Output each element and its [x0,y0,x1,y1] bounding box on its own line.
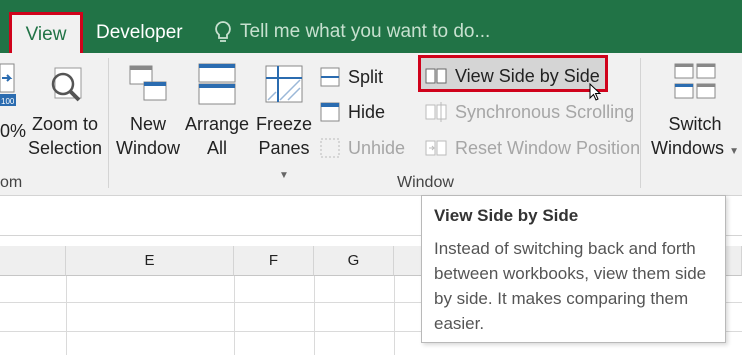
new-window-button[interactable]: New Window [112,62,184,160]
arrange-all-button[interactable]: Arrange All [182,62,252,160]
grid-col-line [234,276,235,355]
view-side-by-side-icon [425,68,447,84]
chevron-down-icon: ▼ [729,146,739,157]
grid-col-line [66,276,67,355]
hide-icon [320,102,340,122]
freeze-panes-line2-wrap: Panes ▼ [252,136,316,188]
tab-view[interactable]: View [9,12,83,56]
zoom-100-label[interactable]: 0% [0,117,26,145]
freeze-panes-icon [265,65,303,103]
column-header-e[interactable]: E [66,246,234,276]
freeze-panes-line1: Freeze [255,114,313,134]
group-separator-2 [640,58,641,188]
synchronous-scrolling-label: Synchronous Scrolling [455,101,635,122]
column-e-label: E [144,252,155,269]
column-f-label: F [268,252,279,269]
hide-button[interactable]: Hide [320,98,385,126]
arrange-all-icon [198,63,236,105]
reset-window-position-button[interactable]: Reset Window Position [425,134,640,162]
tell-me-box[interactable]: Tell me what you want to do... [214,20,490,44]
column-g-label: G [347,252,360,269]
reset-window-position-icon [425,140,447,156]
zoom-to-selection-icon [51,67,82,102]
screen-tip-body: Instead of switching back and forth betw… [434,239,707,333]
hide-label: Hide [348,101,386,122]
split-icon [320,67,340,87]
grid-col-line [394,276,395,355]
group-separator [108,58,109,188]
screen-tip: View Side by Side Instead of switching b… [421,195,726,343]
zoom-to-selection-button[interactable]: Zoom to Selection [28,62,102,160]
unhide-icon [320,138,340,158]
arrange-all-line2: All [206,138,227,158]
zoom-group-label: om [0,174,23,191]
tab-developer[interactable]: Developer [96,10,183,56]
tab-view-label: View [25,24,67,45]
synchronous-scrolling-icon [425,102,447,122]
reset-window-position-label: Reset Window Position [455,137,641,158]
screen-tip-title: View Side by Side [434,206,579,225]
zoom-to-selection-line2: Selection [27,138,103,158]
view-side-by-side-label: View Side by Side [455,65,600,86]
tab-developer-label: Developer [96,22,183,43]
mouse-pointer-icon [589,82,603,108]
split-label: Split [348,66,384,87]
column-header-f[interactable]: F [234,246,314,276]
zoom-100-icon[interactable]: 100 [0,62,18,108]
freeze-panes-button[interactable]: Freeze Panes ▼ [252,62,316,188]
column-header-g[interactable]: G [314,246,394,276]
column-header-blank[interactable] [0,246,66,276]
grid-col-line [314,276,315,355]
new-window-line2: Window [115,138,181,158]
tell-me-text: Tell me what you want to do... [240,21,491,42]
switch-windows-line2: Windows [651,138,725,158]
switch-windows-line1: Switch [668,114,722,134]
freeze-panes-line2: Panes [258,138,310,158]
svg-text:100: 100 [1,97,15,106]
new-window-icon [129,65,167,101]
unhide-button[interactable]: Unhide [320,134,405,162]
split-button[interactable]: Split [320,63,383,91]
view-side-by-side-button[interactable]: View Side by Side [425,62,600,90]
switch-windows-line2-wrap: Windows ▼ [651,136,739,164]
switch-windows-icon [674,63,716,99]
chevron-down-icon: ▼ [279,170,289,181]
lightbulb-icon [215,21,231,42]
switch-windows-button[interactable]: Switch Windows ▼ [648,62,742,164]
window-group-label: Window [397,174,454,191]
unhide-label: Unhide [348,137,406,158]
new-window-line1: New [129,114,166,134]
zoom-100-text: 0% [0,120,27,141]
arrange-all-line1: Arrange [184,114,250,134]
zoom-to-selection-line1: Zoom to [31,114,99,134]
